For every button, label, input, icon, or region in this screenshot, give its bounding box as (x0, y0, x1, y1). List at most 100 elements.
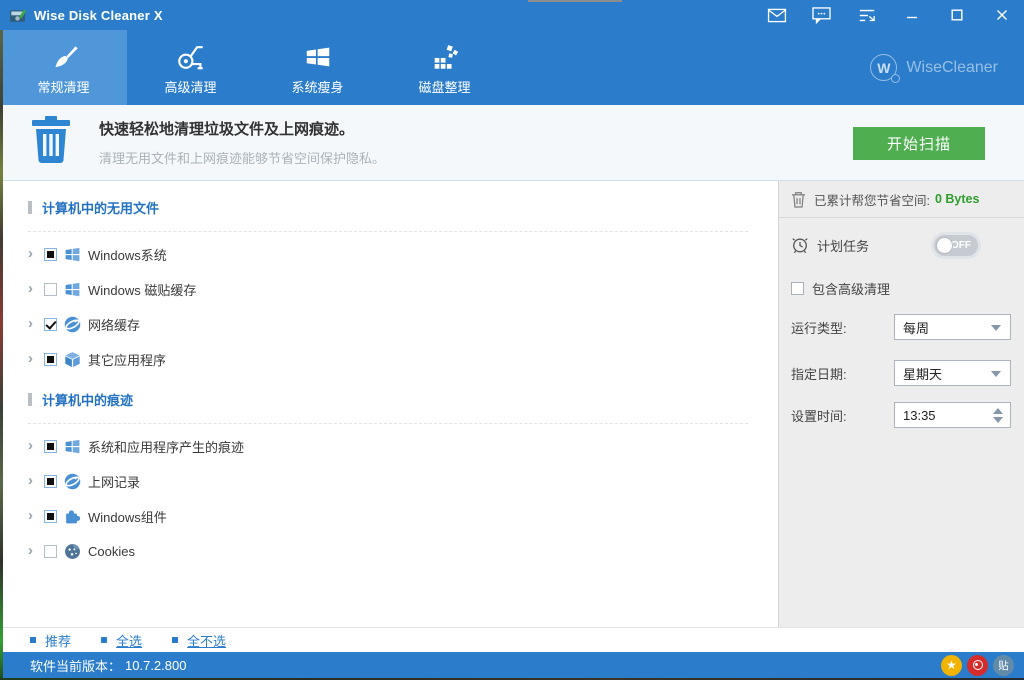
windows-icon (64, 246, 81, 263)
list-item[interactable]: › Windows组件 (0, 499, 778, 534)
version-value: 10.7.2.800 (125, 657, 187, 673)
list-item[interactable]: › 上网记录 (0, 464, 778, 499)
time-spin-buttons[interactable] (993, 403, 1005, 427)
item-label: 系统和应用程序产生的痕迹 (88, 440, 245, 455)
vacuum-icon (176, 40, 206, 72)
list-item[interactable]: › Windows 磁贴缓存 (0, 272, 778, 307)
cube-icon (64, 351, 81, 368)
run-type-select[interactable]: 每周 (894, 314, 1011, 340)
puzzle-icon (64, 508, 81, 525)
expand-chevron-icon[interactable]: › (28, 246, 38, 261)
side-panel: 已累计帮您节省空间: 0 Bytes 计划任务 OFF 包含高级清理 运行类型:… (778, 181, 1024, 627)
start-scan-button[interactable]: 开始扫描 (853, 127, 985, 160)
expand-chevron-icon[interactable]: › (28, 473, 38, 488)
run-type-value: 每周 (903, 320, 930, 336)
expand-chevron-icon[interactable]: › (28, 281, 38, 296)
social-icons: ★ 贴 (941, 654, 1014, 676)
date-row: 指定日期: 星期天 (791, 360, 1024, 386)
minimize-icon (906, 9, 918, 21)
version-label: 软件当前版本： (30, 658, 122, 674)
schedule-toggle[interactable]: OFF (934, 234, 978, 256)
list-item[interactable]: › 其它应用程序 (0, 342, 778, 377)
brand-logo: W WiseCleaner (870, 30, 1024, 105)
list-item[interactable]: › Windows系统 (0, 237, 778, 272)
section-items: › Windows系统 › Windows 磁贴缓存 › 网络缓存 › 其它应用程序 (0, 237, 778, 377)
dashed-divider (28, 423, 748, 424)
tab-label: 常规清理 (37, 79, 90, 95)
close-button[interactable] (979, 0, 1024, 30)
select-all-link[interactable]: 全选 (101, 631, 142, 650)
item-label: 上网记录 (88, 475, 141, 490)
maximize-icon (951, 9, 963, 21)
item-checkbox[interactable] (44, 248, 57, 261)
item-checkbox[interactable] (44, 353, 57, 366)
tab-normal-clean[interactable]: 常规清理 (0, 30, 127, 105)
star-icon[interactable]: ★ (941, 654, 962, 676)
windows-icon (303, 40, 333, 72)
date-select[interactable]: 星期天 (894, 360, 1011, 386)
item-label: Windows系统 (88, 248, 167, 263)
item-checkbox[interactable] (44, 475, 57, 488)
main-area: 计算机中的无用文件 › Windows系统 › Windows 磁贴缓存 › 网络缓存 › 其它… (0, 181, 1024, 627)
item-label: 其它应用程序 (88, 353, 167, 368)
item-checkbox[interactable] (44, 283, 57, 296)
tab-advanced-clean[interactable]: 高级清理 (127, 30, 254, 105)
window-controls (754, 0, 1024, 30)
cleanup-list: 计算机中的无用文件 › Windows系统 › Windows 磁贴缓存 › 网络缓存 › 其它… (0, 181, 778, 627)
include-advanced-label: 包含高级清理 (812, 282, 891, 297)
trash-outline-icon (791, 191, 806, 208)
tab-label: 磁盘整理 (418, 79, 471, 95)
section-marker (28, 200, 32, 214)
tab-label: 高级清理 (164, 79, 217, 95)
trash-icon (30, 116, 72, 169)
recommended-link[interactable]: 推荐 (30, 631, 71, 650)
header-texts: 快速轻松地清理垃圾文件及上网痕迹。 清理无用文件和上网痕迹能够节省空间保护隐私。 (99, 118, 385, 167)
dashed-divider (28, 231, 748, 232)
tieba-icon[interactable]: 贴 (993, 654, 1014, 676)
menu-button[interactable] (844, 0, 889, 30)
select-none-link[interactable]: 全不选 (172, 631, 226, 650)
tab-label: 系统瘦身 (291, 79, 344, 95)
list-item[interactable]: › 网络缓存 (0, 307, 778, 342)
brush-icon (49, 40, 79, 72)
status-bar: 软件当前版本： 10.7.2.800 ★ 贴 (0, 652, 1024, 678)
savings-summary: 已累计帮您节省空间: 0 Bytes (779, 181, 1024, 218)
expand-chevron-icon[interactable]: › (28, 543, 38, 558)
item-label: Windows组件 (88, 510, 167, 525)
mail-button[interactable] (754, 0, 799, 30)
item-checkbox[interactable] (44, 510, 57, 523)
item-label: Cookies (88, 544, 135, 559)
brand-name: WiseCleaner (906, 58, 998, 76)
wisecleaner-logo-icon: W (870, 54, 901, 83)
window-title: Wise Disk Cleaner X (34, 7, 163, 23)
tab-system-slim[interactable]: 系统瘦身 (254, 30, 381, 105)
item-checkbox[interactable] (44, 545, 57, 558)
tab-disk-defrag[interactable]: 磁盘整理 (381, 30, 508, 105)
maximize-button[interactable] (934, 0, 979, 30)
defrag-icon (430, 40, 460, 72)
time-value: 13:35 (903, 407, 936, 423)
include-advanced-checkbox[interactable] (791, 282, 804, 295)
app-icon (9, 7, 26, 24)
minimize-button[interactable] (889, 0, 934, 30)
feedback-button[interactable] (799, 0, 844, 30)
item-checkbox[interactable] (44, 440, 57, 453)
list-item[interactable]: › Cookies (0, 534, 778, 569)
globe-icon (64, 473, 81, 490)
run-type-row: 运行类型: 每周 (791, 314, 1024, 340)
expand-chevron-icon[interactable]: › (28, 351, 38, 366)
schedule-row: 计划任务 OFF (791, 233, 1024, 257)
menu-icon (858, 8, 876, 23)
expand-chevron-icon[interactable]: › (28, 438, 38, 453)
date-value: 星期天 (903, 366, 943, 382)
weibo-icon[interactable] (967, 654, 988, 676)
savings-label: 已累计帮您节省空间: (814, 193, 930, 208)
close-icon (996, 9, 1008, 21)
item-checkbox[interactable] (44, 318, 57, 331)
expand-chevron-icon[interactable]: › (28, 316, 38, 331)
list-item[interactable]: › 系统和应用程序产生的痕迹 (0, 429, 778, 464)
toggle-state: OFF (951, 239, 971, 251)
expand-chevron-icon[interactable]: › (28, 508, 38, 523)
desktop-edge-left (0, 30, 3, 680)
time-stepper[interactable]: 13:35 (894, 402, 1011, 428)
